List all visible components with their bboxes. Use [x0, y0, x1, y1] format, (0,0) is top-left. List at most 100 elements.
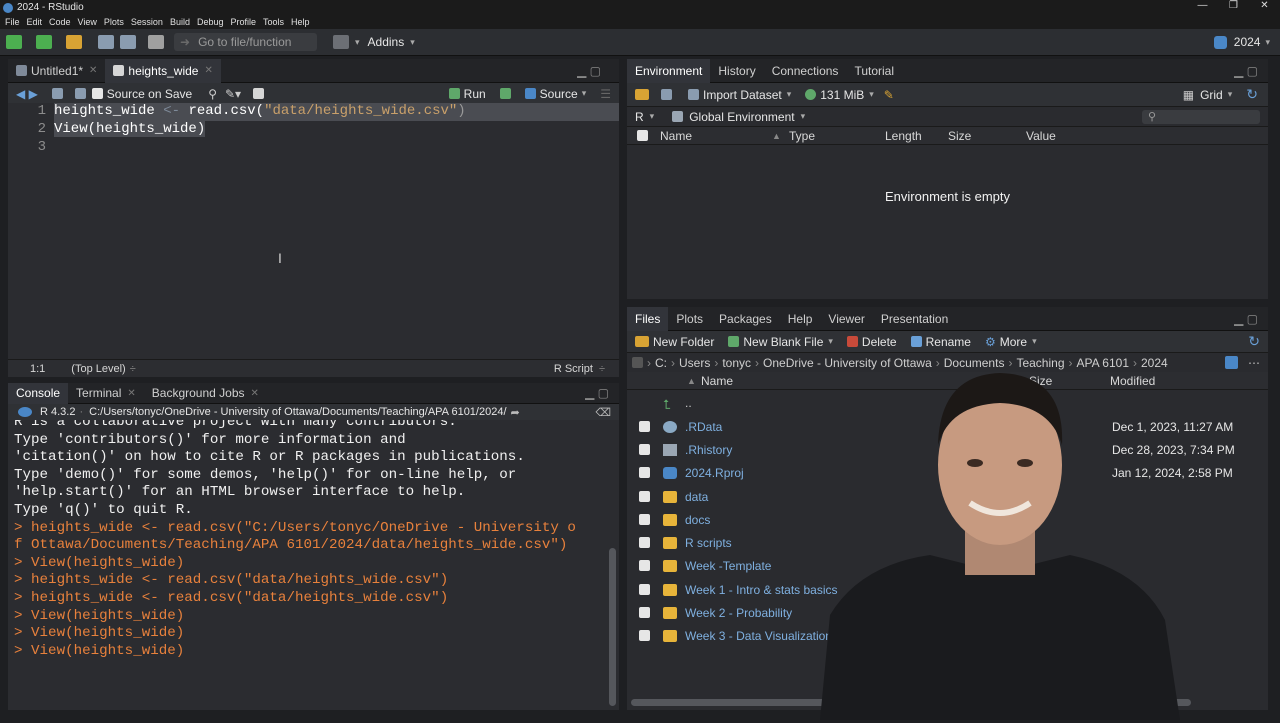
- show-in-window-icon[interactable]: [51, 88, 67, 99]
- menu-view[interactable]: View: [78, 17, 97, 27]
- breadcrumb-item[interactable]: C:: [655, 356, 667, 370]
- folder-name-link[interactable]: Week -Template: [685, 559, 771, 573]
- menu-help[interactable]: Help: [291, 17, 310, 27]
- addins-menu[interactable]: Addins: [368, 35, 405, 49]
- project-menu[interactable]: 2024 ▾: [1213, 35, 1270, 49]
- rename-button[interactable]: Rename: [910, 335, 971, 349]
- column-header-name[interactable]: Name: [660, 129, 692, 143]
- menu-profile[interactable]: Profile: [231, 17, 257, 27]
- folder-name-link[interactable]: docs: [685, 513, 710, 527]
- save-icon[interactable]: [98, 35, 114, 49]
- clear-workspace-icon[interactable]: ✎: [884, 88, 894, 102]
- save-icon[interactable]: [74, 88, 90, 99]
- home-icon[interactable]: [632, 357, 643, 368]
- console-output[interactable]: R is a collaborative project with many c…: [8, 420, 606, 710]
- scope-selector[interactable]: (Top Level): [71, 363, 125, 375]
- code-line-1[interactable]: heights_wide <- read.csv("data/heights_w…: [54, 103, 619, 121]
- folder-name-link[interactable]: data: [685, 490, 708, 504]
- row-checkbox[interactable]: [639, 607, 650, 618]
- go-to-directory-icon[interactable]: ➦: [511, 406, 520, 419]
- save-workspace-icon[interactable]: [661, 89, 676, 100]
- clear-console-icon[interactable]: ⌫: [595, 406, 611, 419]
- row-checkbox[interactable]: [639, 491, 650, 502]
- new-folder-button[interactable]: New Folder: [635, 335, 714, 349]
- file-name-link[interactable]: .RData: [685, 420, 722, 434]
- row-checkbox[interactable]: [639, 467, 650, 478]
- file-name-link[interactable]: 2024.Rproj: [685, 466, 744, 480]
- close-tab-icon[interactable]: ✕: [251, 388, 259, 399]
- new-blank-file-button[interactable]: New Blank File ▾: [728, 335, 833, 349]
- refresh-icon[interactable]: ↻: [1246, 86, 1258, 103]
- column-header-name[interactable]: Name: [701, 374, 733, 388]
- maximize-button[interactable]: ❐: [1218, 0, 1249, 11]
- open-file-icon[interactable]: [66, 35, 82, 49]
- tab-presentation[interactable]: Presentation: [873, 307, 956, 331]
- chevron-down-icon[interactable]: ▾: [410, 37, 415, 48]
- source-button[interactable]: Source ▾: [524, 87, 586, 101]
- save-all-icon[interactable]: [120, 35, 136, 49]
- row-checkbox[interactable]: [639, 584, 650, 595]
- close-tab-icon[interactable]: ✕: [127, 388, 135, 399]
- menu-debug[interactable]: Debug: [197, 17, 224, 27]
- search-icon[interactable]: ⚲: [208, 87, 217, 101]
- rerun-icon[interactable]: [499, 88, 515, 99]
- code-line-2[interactable]: View(heights_wide): [54, 121, 619, 139]
- menu-edit[interactable]: Edit: [27, 17, 43, 27]
- load-workspace-icon[interactable]: [635, 89, 653, 100]
- folder-name-link[interactable]: Week 2 - Probability: [685, 606, 792, 620]
- more-menu[interactable]: ⚙ More ▾: [985, 335, 1037, 349]
- compile-report-icon[interactable]: [253, 88, 268, 99]
- minimize-pane-icon[interactable]: ▁ ▢: [585, 386, 609, 400]
- code-line-3[interactable]: [54, 139, 619, 157]
- import-dataset-menu[interactable]: Import Dataset ▾: [688, 88, 791, 102]
- parent-dir-link[interactable]: ..: [685, 396, 692, 410]
- file-type-selector[interactable]: R Script: [554, 363, 593, 375]
- chevron-down-icon[interactable]: ▾: [801, 111, 806, 122]
- close-tab-icon[interactable]: ✕: [89, 65, 97, 76]
- tab-packages[interactable]: Packages: [711, 307, 780, 331]
- row-checkbox[interactable]: [639, 537, 650, 548]
- menu-session[interactable]: Session: [131, 17, 163, 27]
- code-lines[interactable]: heights_wide <- read.csv("data/heights_w…: [54, 103, 619, 157]
- chevron-down-icon[interactable]: ÷: [599, 363, 605, 375]
- close-tab-icon[interactable]: ✕: [204, 65, 212, 76]
- close-button[interactable]: ✕: [1249, 0, 1280, 11]
- minimize-pane-icon[interactable]: ▁ ▢: [1234, 64, 1258, 78]
- breadcrumb-item[interactable]: tonyc: [722, 356, 751, 370]
- chevron-down-icon[interactable]: ÷: [130, 363, 136, 375]
- column-header-value[interactable]: Value: [1026, 129, 1056, 143]
- folder-name-link[interactable]: Week 3 - Data Visualization: [685, 629, 832, 643]
- folder-name-link[interactable]: R scripts: [685, 536, 732, 550]
- breadcrumb-item[interactable]: Users: [679, 356, 710, 370]
- chevron-down-icon[interactable]: ▾: [355, 37, 360, 48]
- tab-help[interactable]: Help: [780, 307, 821, 331]
- column-header-size[interactable]: Size: [948, 129, 971, 143]
- tab-files[interactable]: Files: [627, 306, 669, 331]
- print-icon[interactable]: [148, 35, 164, 49]
- tab-environment[interactable]: Environment: [627, 58, 711, 83]
- chevron-down-icon[interactable]: ▾: [650, 111, 655, 122]
- minimize-pane-icon[interactable]: ▁ ▢: [577, 64, 601, 78]
- back-icon[interactable]: ◀ ▶: [16, 87, 38, 101]
- console-scrollbar[interactable]: [606, 420, 619, 710]
- source-on-save-checkbox[interactable]: Source on Save: [91, 87, 192, 101]
- environment-scope-selector[interactable]: Global Environment: [689, 110, 794, 124]
- new-file-icon[interactable]: [6, 35, 22, 49]
- goto-file-input[interactable]: ➜ Go to file/function: [174, 33, 317, 51]
- minimize-button[interactable]: —: [1187, 0, 1218, 11]
- menu-build[interactable]: Build: [170, 17, 190, 27]
- environment-search-input[interactable]: ⚲: [1142, 109, 1260, 124]
- tab-viewer[interactable]: Viewer: [820, 307, 872, 331]
- more-icon[interactable]: ⋯: [1248, 356, 1260, 370]
- new-project-icon[interactable]: [36, 35, 52, 49]
- row-checkbox[interactable]: [639, 560, 650, 571]
- menu-file[interactable]: File: [5, 17, 20, 27]
- file-name-link[interactable]: .Rhistory: [685, 443, 732, 457]
- minimize-pane-icon[interactable]: ▁ ▢: [1234, 312, 1258, 326]
- menu-plots[interactable]: Plots: [104, 17, 124, 27]
- rproj-icon[interactable]: [1225, 356, 1238, 369]
- tab-tutorial[interactable]: Tutorial: [846, 59, 902, 83]
- tab-untitled1[interactable]: Untitled1* ✕: [8, 59, 105, 83]
- tab-plots[interactable]: Plots: [668, 307, 711, 331]
- outline-icon[interactable]: ☰: [600, 87, 611, 101]
